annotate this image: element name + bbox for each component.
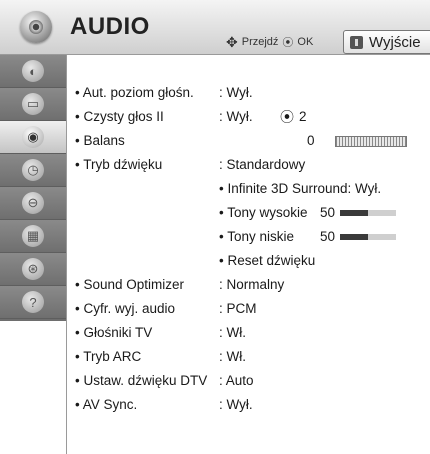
tv-speakers-value: : Wł. [219, 325, 246, 340]
menu-item-arc-mode[interactable]: Tryb ARC : Wł. [67, 345, 430, 369]
digital-out-value: : PCM [219, 301, 257, 316]
ok-dot-icon: ⦿ [282, 37, 294, 49]
treble-value: 50 [320, 205, 336, 220]
clear-voice-value: : Wył. [219, 109, 253, 124]
balance-value: 0 [307, 133, 315, 148]
menu-item-reset[interactable]: Reset dźwięku [67, 249, 430, 273]
menu-item-dtv-audio[interactable]: Ustaw. dźwięku DTV : Auto [67, 369, 430, 393]
settings-sidebar: ◐ ▭ ◉ ◷ ⊖ ▦ ⊛ ? [0, 55, 66, 321]
tab-audio[interactable]: ◉ [0, 121, 66, 154]
tab-lock[interactable]: ⊖ [0, 187, 66, 220]
exit-button[interactable]: Wyjście [343, 30, 430, 54]
hint-ok-label: OK [297, 36, 314, 48]
tab-option[interactable]: ▦ [0, 220, 66, 253]
menu-item-sound-mode[interactable]: Tryb dźwięku : Standardowy [67, 153, 430, 177]
tab-screen[interactable]: ▭ [0, 88, 66, 121]
exit-button-label: Wyjście [369, 33, 421, 51]
hint-move-label: Przejdź [241, 36, 279, 48]
menu-item-sound-optimizer[interactable]: Sound Optimizer : Normalny [67, 273, 430, 297]
voice-icon: ⦿ [280, 109, 294, 125]
clear-voice-level: 2 [299, 109, 307, 124]
sound-optimizer-label: Sound Optimizer [75, 273, 184, 297]
digital-out-label: Cyfr. wyj. audio [75, 297, 175, 321]
audio-settings-list: Aut. poziom głośn. : Wył. Czysty głos II… [67, 55, 430, 454]
tv-speakers-label: Głośniki TV [75, 321, 152, 345]
sound-mode-value: : Standardowy [219, 157, 306, 172]
dtv-audio-label: Ustaw. dźwięku DTV [75, 369, 207, 393]
treble-label: Tony wysokie [219, 201, 307, 225]
menu-item-auto-volume[interactable]: Aut. poziom głośn. : Wył. [67, 81, 430, 105]
bass-label: Tony niskie [219, 225, 294, 249]
av-sync-value: : Wył. [219, 397, 253, 412]
bass-slider[interactable] [340, 234, 396, 240]
tab-time[interactable]: ◷ [0, 154, 66, 187]
menu-item-clear-voice[interactable]: Czysty głos II : Wył. ⦿ 2 [67, 105, 430, 129]
option-icon: ▦ [22, 225, 44, 247]
tab-picture[interactable]: ◐ [0, 55, 66, 88]
auto-volume-value: : Wył. [219, 85, 253, 100]
menu-title: AUDIO [70, 13, 150, 40]
picture-icon: ◐ [22, 60, 44, 82]
av-sync-label: AV Sync. [75, 393, 138, 417]
menu-item-tv-speakers[interactable]: Głośniki TV : Wł. [67, 321, 430, 345]
menu-item-bass[interactable]: Tony niskie 50 [67, 225, 430, 249]
navigation-hint: ✥ Przejdź ⦿ OK [226, 34, 313, 50]
tab-help[interactable]: ? [0, 286, 66, 319]
clock-icon: ◷ [22, 159, 44, 181]
menu-header: AUDIO ✥ Przejdź ⦿ OK Wyjście [0, 0, 430, 55]
menu-item-digital-out[interactable]: Cyfr. wyj. audio : PCM [67, 297, 430, 321]
reset-label: Reset dźwięku [219, 249, 315, 273]
menu-item-av-sync[interactable]: AV Sync. : Wył. [67, 393, 430, 417]
treble-slider-fill [340, 210, 368, 216]
dtv-audio-value: : Auto [219, 373, 254, 388]
menu-item-balance[interactable]: Balans 0 [67, 129, 430, 153]
dpad-icon: ✥ [226, 34, 238, 50]
audio-speaker-icon [20, 11, 52, 43]
arc-mode-value: : Wł. [219, 349, 246, 364]
help-icon: ? [22, 291, 44, 313]
sound-mode-label: Tryb dźwięku [75, 153, 162, 177]
sound-optimizer-value: : Normalny [219, 277, 285, 292]
tab-network[interactable]: ⊛ [0, 253, 66, 286]
bass-slider-fill [340, 234, 368, 240]
audio-icon: ◉ [22, 126, 44, 148]
menu-item-surround[interactable]: Infinite 3D Surround: Wył. [67, 177, 430, 201]
clear-voice-label: Czysty głos II [75, 105, 163, 129]
screen-icon: ▭ [22, 93, 44, 115]
surround-label: Infinite 3D Surround: Wył. [219, 177, 381, 201]
balance-slider[interactable] [335, 136, 407, 147]
network-icon: ⊛ [22, 258, 44, 280]
arc-mode-label: Tryb ARC [75, 345, 141, 369]
balance-label: Balans [75, 129, 124, 153]
lock-icon: ⊖ [22, 192, 44, 214]
menu-item-treble[interactable]: Tony wysokie 50 [67, 201, 430, 225]
bass-value: 50 [320, 229, 336, 244]
exit-key-icon [350, 35, 363, 49]
auto-volume-label: Aut. poziom głośn. [75, 81, 194, 105]
treble-slider[interactable] [340, 210, 396, 216]
